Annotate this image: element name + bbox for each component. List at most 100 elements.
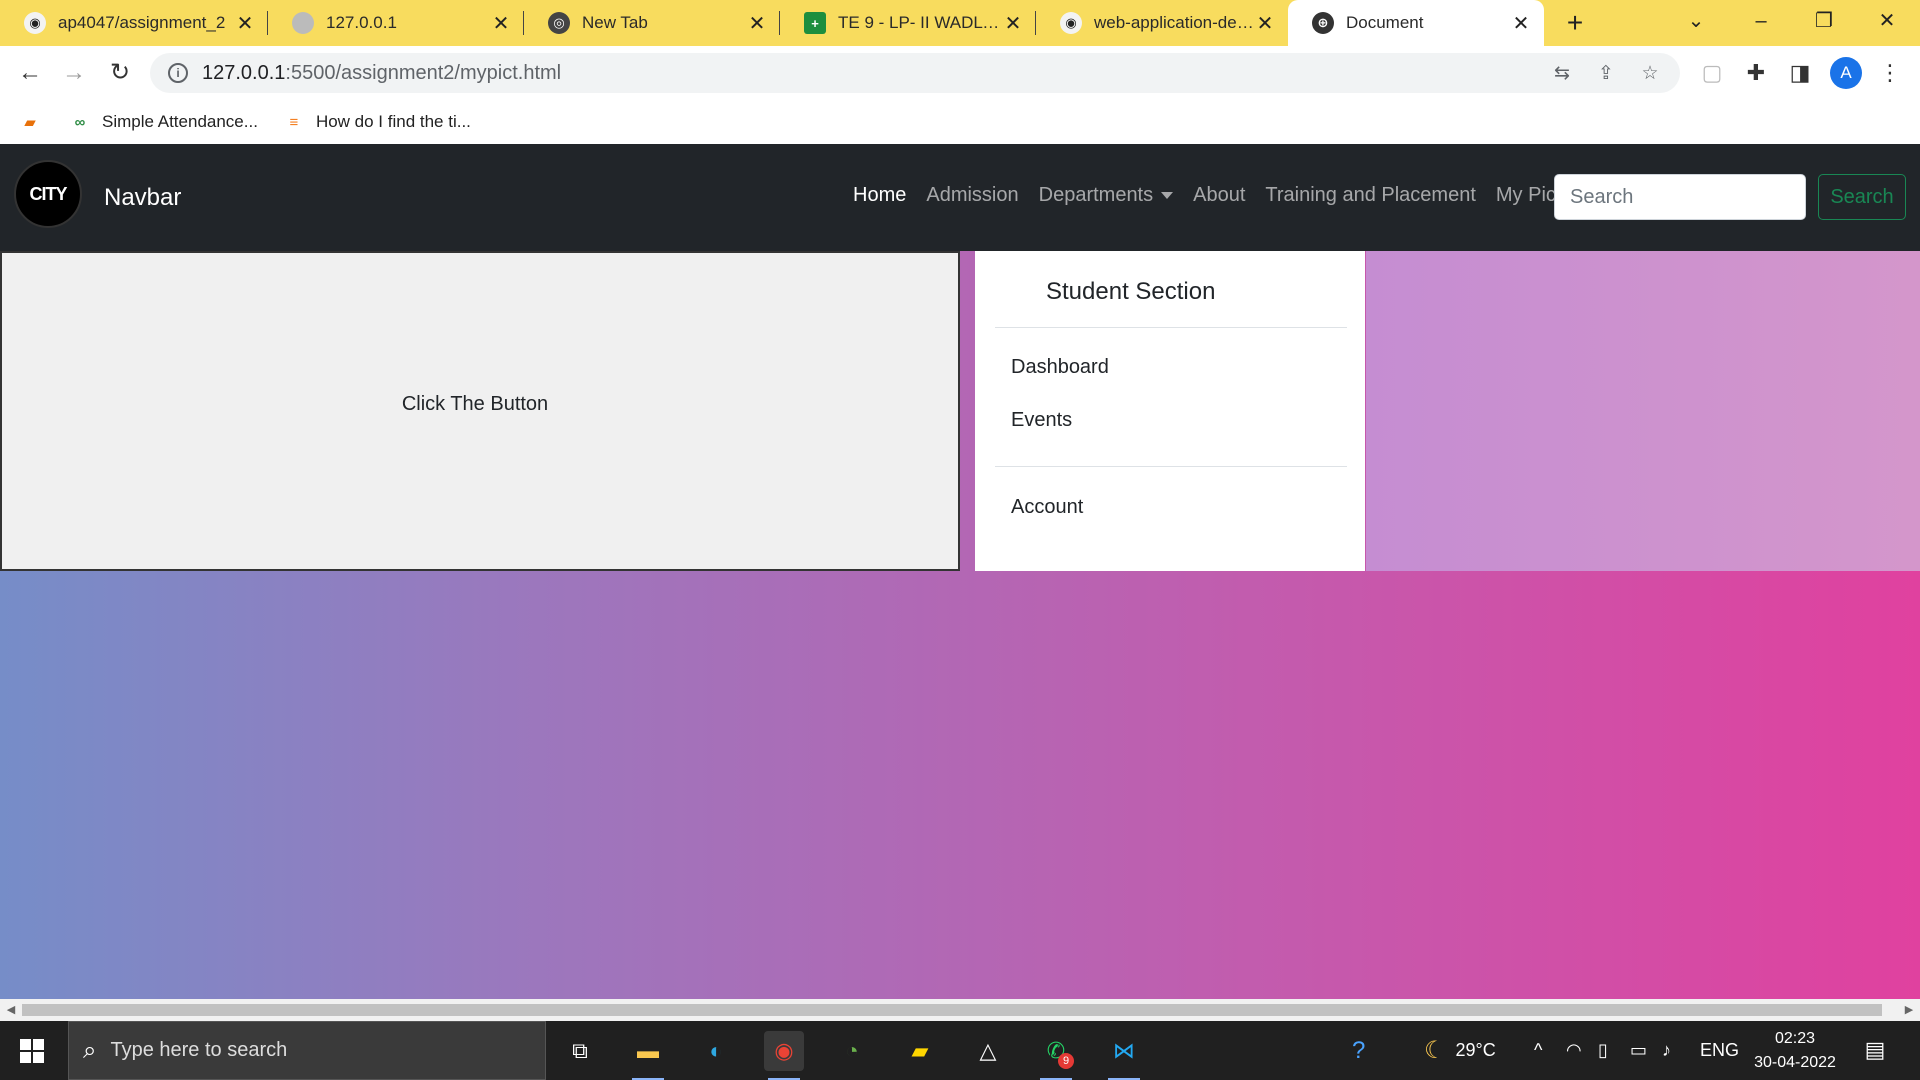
sticky-notes-icon[interactable]: ▰	[900, 1031, 940, 1071]
tab-new-tab[interactable]: ◎ New Tab ✕	[524, 0, 780, 46]
site-navbar: CITY Navbar Home Admission Departments A…	[0, 144, 1920, 251]
tray-chevron-up-icon[interactable]: ^	[1534, 1021, 1542, 1080]
puzzle-icon[interactable]: ✚	[1740, 57, 1772, 89]
nav-links: Home Admission Departments About Trainin…	[853, 184, 1581, 207]
close-icon[interactable]: ✕	[1254, 11, 1276, 36]
student-section-panel: Student Section Dashboard Events Account	[975, 251, 1365, 571]
nav-link-home[interactable]: Home	[853, 184, 906, 207]
tab-title: web-application-devel	[1094, 13, 1254, 32]
globe-icon	[292, 12, 314, 34]
bookmark-how-do-i-find[interactable]: ≡ How do I find the ti...	[284, 112, 471, 132]
edge-icon[interactable]: ◐	[696, 1031, 736, 1071]
new-tab-button[interactable]: +	[1560, 8, 1590, 38]
nav-link-my-pict[interactable]: My Pict	[1496, 184, 1562, 207]
clock[interactable]: 02:23 30-04-2022	[1740, 1027, 1850, 1075]
minimize-button[interactable]: –	[1730, 0, 1792, 46]
panel-link-account[interactable]: Account	[1011, 496, 1083, 519]
translate-icon[interactable]: ⇆	[1550, 62, 1574, 86]
scroll-right-arrow-icon[interactable]: ▶	[1902, 1003, 1916, 1017]
book-icon: ▰	[24, 114, 36, 131]
app-triangle-icon[interactable]: △	[968, 1031, 1008, 1071]
info-icon[interactable]: i	[168, 63, 188, 83]
windows-start-icon[interactable]	[20, 1039, 44, 1063]
clock-date: 30-04-2022	[1754, 1054, 1836, 1071]
tab-title: New Tab	[582, 13, 648, 32]
address-bar[interactable]: i 127.0.0.1:5500/assignment2/mypict.html…	[150, 53, 1680, 93]
network-icon[interactable]: ◠	[1566, 1021, 1582, 1080]
geeksforgeeks-icon: ∞	[74, 113, 86, 131]
nav-link-training[interactable]: Training and Placement	[1265, 184, 1476, 207]
tab-title: Document	[1346, 13, 1424, 32]
logo-text: CITY	[29, 183, 67, 204]
battery-icon[interactable]: ▭	[1630, 1021, 1647, 1080]
divider	[995, 466, 1347, 467]
vscode-icon[interactable]: ⋈	[1104, 1031, 1144, 1080]
close-icon[interactable]: ✕	[234, 11, 256, 36]
weather-widget[interactable]: ☾ 29°C	[1424, 1021, 1496, 1080]
close-icon[interactable]: ✕	[746, 11, 768, 36]
share-icon[interactable]: ⇪	[1594, 62, 1618, 86]
github-icon: ◉	[24, 12, 46, 34]
app-chameleon-icon[interactable]: ◔	[832, 1031, 872, 1071]
extension-icon[interactable]: ▢	[1696, 57, 1728, 89]
file-explorer-icon[interactable]: ▬	[628, 1031, 668, 1080]
url-host: 127.0.0.1	[202, 61, 286, 84]
side-panel-icon[interactable]: ◨	[1784, 57, 1816, 89]
windows-taskbar: ⌕ Type here to search ⧉ ▬ ◐ ◉ ◔ ▰ △ ✆ 9 ⋈…	[0, 1021, 1920, 1080]
click-message: Click The Button	[401, 393, 549, 415]
clock-time: 02:23	[1774, 1030, 1816, 1047]
help-icon[interactable]: ?	[1352, 1021, 1365, 1080]
profile-avatar[interactable]: A	[1830, 57, 1862, 89]
tab-document[interactable]: ⊕ Document ✕	[1288, 0, 1544, 46]
github-icon: ◉	[1060, 12, 1082, 34]
forward-button[interactable]: →	[58, 57, 90, 89]
notification-icon[interactable]: ▤	[1862, 1037, 1888, 1063]
panel-link-events[interactable]: Events	[1011, 409, 1072, 432]
decorative-panel	[1366, 251, 1920, 571]
horizontal-scrollbar[interactable]: ◀ ▶	[0, 999, 1920, 1021]
tab-title: ap4047/assignment_2	[58, 13, 226, 32]
menu-kebab-icon[interactable]: ⋮	[1874, 57, 1906, 89]
nav-link-admission[interactable]: Admission	[926, 184, 1018, 207]
close-icon[interactable]: ✕	[490, 11, 512, 36]
close-window-button[interactable]: ✕	[1856, 0, 1918, 46]
scrollbar-thumb[interactable]	[22, 1004, 1882, 1016]
nav-link-departments[interactable]: Departments	[1039, 184, 1174, 207]
nav-link-about[interactable]: About	[1193, 184, 1245, 207]
site-logo[interactable]: CITY	[14, 160, 82, 228]
task-view-icon[interactable]: ⧉	[560, 1031, 600, 1071]
panel-link-dashboard[interactable]: Dashboard	[1011, 356, 1109, 379]
page-viewport: CITY Navbar Home Admission Departments A…	[0, 144, 1920, 999]
volume-icon[interactable]: ♪	[1662, 1021, 1671, 1080]
tab-search-chevron-icon[interactable]: ⌄	[1665, 0, 1727, 46]
search-button[interactable]: Search	[1818, 174, 1906, 220]
restore-button[interactable]: ❐	[1793, 0, 1855, 46]
chrome-icon: ◎	[548, 12, 570, 34]
caret-down-icon	[1161, 192, 1174, 200]
bookmark-star-icon[interactable]: ☆	[1638, 62, 1662, 86]
bookmark-simple-attendance[interactable]: ∞ Simple Attendance...	[70, 112, 258, 132]
reload-button[interactable]: ↻	[104, 57, 136, 89]
scroll-left-arrow-icon[interactable]: ◀	[4, 1003, 18, 1017]
tab-localhost[interactable]: 127.0.0.1 ✕	[268, 0, 524, 46]
panel-heading: Student Section	[1046, 278, 1216, 305]
tab-github-webapp[interactable]: ◉ web-application-devel ✕	[1036, 0, 1288, 46]
tab-title: 127.0.0.1	[326, 13, 397, 32]
search-input[interactable]	[1554, 174, 1806, 220]
tab-strip: ◉ ap4047/assignment_2 ✕ 127.0.0.1 ✕ ◎ Ne…	[0, 0, 1920, 46]
browser-toolbar: ← → ↻ i 127.0.0.1:5500/assignment2/mypic…	[0, 46, 1920, 100]
back-button[interactable]: ←	[14, 57, 46, 89]
chrome-taskbar-icon[interactable]: ◉	[764, 1031, 804, 1080]
close-icon[interactable]: ✕	[1510, 11, 1532, 36]
navbar-brand[interactable]: Navbar	[104, 184, 181, 212]
bookmark-app-icon[interactable]: ▰	[20, 112, 52, 132]
click-area[interactable]: Click The Button	[0, 251, 960, 571]
tab-sheets[interactable]: + TE 9 - LP- II WADL Sub ✕	[780, 0, 1036, 46]
taskbar-search[interactable]: ⌕ Type here to search	[68, 1021, 546, 1080]
language-indicator[interactable]: ENG	[1700, 1021, 1739, 1080]
device-icon[interactable]: ▯	[1598, 1021, 1608, 1080]
tab-github-assignment[interactable]: ◉ ap4047/assignment_2 ✕	[0, 0, 268, 46]
bookmark-label: Simple Attendance...	[102, 112, 258, 131]
close-icon[interactable]: ✕	[1002, 11, 1024, 36]
whatsapp-icon[interactable]: ✆ 9	[1036, 1031, 1076, 1080]
